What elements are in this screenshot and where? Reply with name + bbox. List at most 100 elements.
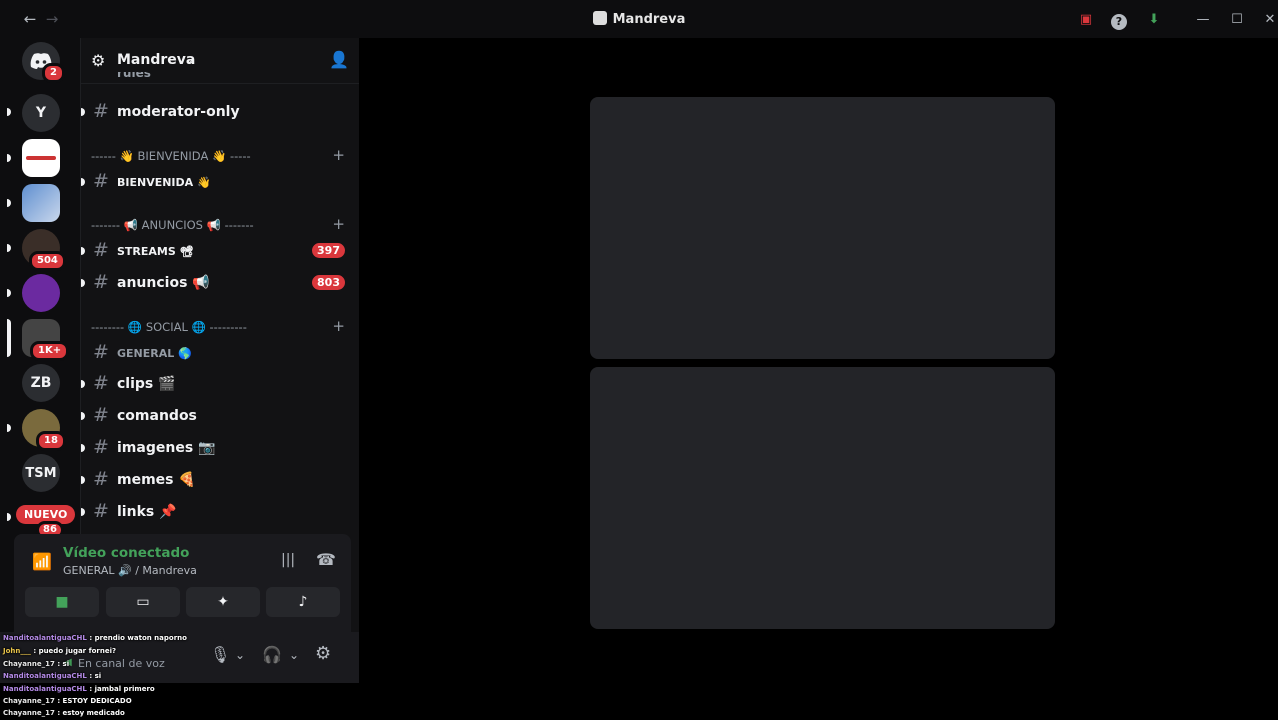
hash-lock-icon: # — [93, 100, 109, 122]
chat-line: NanditoalantiguaCHL : prendio waton napo… — [3, 634, 187, 642]
server-initials: ZB — [30, 375, 52, 391]
unread-pill — [7, 199, 11, 207]
hash-icon: # — [93, 500, 109, 522]
chat-user: NanditoalantiguaCHL — [3, 685, 87, 693]
camera-icon: ■ — [55, 594, 69, 610]
channel-imagenes[interactable]: # imagenes 📷 — [81, 434, 353, 462]
channel-anuncios[interactable]: # anuncios 📢 803 — [81, 269, 353, 297]
add-channel-icon[interactable]: + — [332, 146, 345, 164]
mention-badge: 803 — [312, 275, 345, 290]
chat-line: NanditoalantiguaCHL : jambal primero — [3, 685, 155, 693]
screen-share-button[interactable]: ▭ — [106, 587, 180, 617]
channel-name: comandos — [117, 408, 197, 424]
chevron-down-icon: ⌄ — [185, 53, 195, 66]
channel-name: anuncios 📢 — [117, 275, 210, 291]
channel-name: moderator-only — [117, 104, 240, 120]
screen-share-icon[interactable]: ▣ — [1077, 12, 1095, 27]
active-server-pill — [7, 319, 11, 357]
video-tile[interactable] — [590, 367, 1055, 629]
video-stage — [359, 38, 1278, 720]
unread-pill — [7, 513, 11, 521]
category-anuncios[interactable]: ------- 📢 ANUNCIOS 📢 ------- + — [91, 215, 351, 235]
chat-message: : puedo jugar fornei? — [33, 647, 117, 655]
hash-icon: # — [93, 239, 109, 261]
server-3[interactable] — [22, 184, 60, 222]
camera-button[interactable]: ■ — [25, 587, 99, 617]
server-2[interactable] — [22, 139, 60, 177]
mention-badge: 397 — [312, 243, 345, 258]
channel-rules[interactable]: rules — [89, 72, 353, 84]
chat-line: John___ : puedo jugar fornei? — [3, 647, 116, 655]
title-bar: ← → Mandreva ▣ ? ⬇ — ☐ ✕ — [0, 0, 1278, 38]
guild-name: Mandreva — [117, 52, 196, 68]
server-logo — [26, 156, 56, 160]
channel-moderator-only[interactable]: # moderator-only — [81, 98, 353, 126]
voice-channel-link[interactable]: GENERAL 🔊 / Mandreva — [63, 564, 197, 577]
chat-message: : jambal primero — [89, 685, 155, 693]
unread-pill — [81, 279, 85, 287]
chat-message: : ESTOY DEDICADO — [57, 697, 132, 705]
gear-icon: ⚙ — [91, 51, 106, 70]
chat-user: Chayanne_17 — [3, 709, 55, 717]
chat-user: NanditoalantiguaCHL — [3, 634, 87, 642]
category-label: ------- 📢 ANUNCIOS 📢 ------- — [91, 218, 254, 232]
chat-user: NanditoalantiguaCHL — [3, 672, 87, 680]
channel-name: STREAMS 📽 — [117, 245, 194, 258]
help-icon[interactable]: ? — [1111, 14, 1127, 30]
server-badge: 18 — [36, 431, 66, 451]
channel-name: GENERAL 🌎 — [117, 347, 192, 360]
channel-bienvenida[interactable]: # BIENVENIDA 👋 — [81, 168, 353, 196]
hash-lock-icon: # — [93, 404, 109, 426]
unread-pill — [81, 108, 85, 116]
channel-links[interactable]: # links 📌 — [81, 498, 353, 526]
channel-general[interactable]: # GENERAL 🌎 — [89, 339, 353, 367]
server-zb[interactable]: ZB — [22, 364, 60, 402]
server-tsm[interactable]: TSM — [22, 454, 60, 492]
hash-icon: # — [93, 468, 109, 490]
channel-streams[interactable]: # STREAMS 📽 397 — [81, 237, 353, 265]
channel-clips[interactable]: # clips 🎬 — [81, 370, 353, 398]
invite-user-icon[interactable]: 👤 — [329, 50, 349, 69]
add-channel-icon[interactable]: + — [332, 317, 345, 335]
soundboard-button[interactable]: ♪ — [266, 587, 340, 617]
video-tile[interactable] — [590, 97, 1055, 359]
download-icon[interactable]: ⬇ — [1145, 12, 1163, 27]
unread-pill — [81, 178, 85, 186]
minimize-icon[interactable]: — — [1194, 12, 1212, 27]
unread-pill — [7, 289, 11, 297]
signal-icon[interactable]: 📶 — [32, 552, 52, 571]
close-icon[interactable]: ✕ — [1261, 12, 1278, 27]
channel-comandos[interactable]: # comandos — [81, 402, 353, 430]
server-badge: 1K+ — [30, 341, 70, 361]
home-badge: 2 — [42, 63, 65, 83]
activities-button[interactable]: ✦ — [186, 587, 260, 617]
unread-pill — [81, 412, 85, 420]
chat-user: Chayanne_17 — [3, 660, 55, 668]
channel-name: links 📌 — [117, 504, 177, 520]
channel-name: imagenes 📷 — [117, 440, 216, 456]
activities-icon: ✦ — [217, 594, 229, 610]
category-social[interactable]: -------- 🌐 SOCIAL 🌐 --------- + — [91, 317, 351, 337]
chat-user: Chayanne_17 — [3, 697, 55, 705]
category-bienvenida[interactable]: ------ 👋 BIENVENIDA 👋 ----- + — [91, 146, 351, 166]
unread-pill — [81, 476, 85, 484]
unread-pill — [81, 444, 85, 452]
disconnect-icon[interactable]: ☎ — [316, 550, 336, 569]
unread-pill — [7, 244, 11, 252]
server-5[interactable] — [22, 274, 60, 312]
chat-line: NanditoalantiguaCHL : si — [3, 672, 101, 680]
chat-user: John___ — [3, 647, 31, 655]
maximize-icon[interactable]: ☐ — [1228, 12, 1246, 27]
chat-line: Chayanne_17 : estoy medicado — [3, 709, 125, 717]
chat-line: Chayanne_17 : ESTOY DEDICADO — [3, 697, 132, 705]
server-icon — [592, 11, 607, 25]
settings-gear-icon[interactable]: ⚙ — [315, 643, 331, 664]
unread-pill — [81, 247, 85, 255]
channel-memes[interactable]: # memes 🍕 — [81, 466, 353, 494]
unread-pill — [7, 154, 11, 162]
add-channel-icon[interactable]: + — [332, 215, 345, 233]
noise-suppression-icon[interactable]: ||| — [281, 552, 295, 568]
channel-name: rules — [117, 72, 151, 80]
server-y[interactable]: Y — [22, 94, 60, 132]
chat-message: : prendio waton naporno — [89, 634, 187, 642]
